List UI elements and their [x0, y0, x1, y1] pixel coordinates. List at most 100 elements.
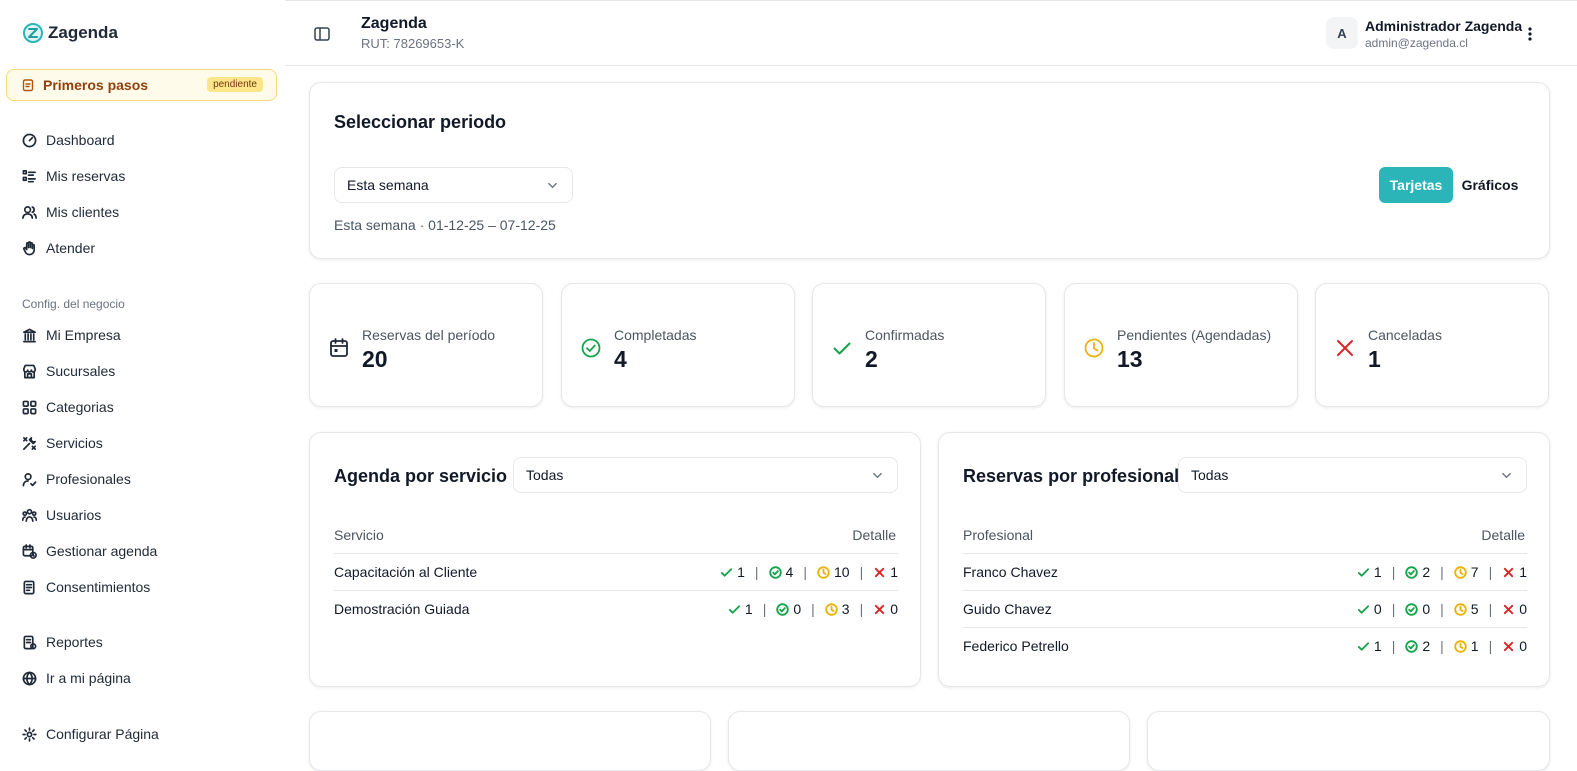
check-circle-icon: [1405, 639, 1419, 653]
service-name: Capacitación al Cliente: [334, 564, 478, 580]
stat-card-canceladas: Canceladas 1: [1315, 283, 1549, 407]
table-row: Franco Chavez 1 | 2 | 7 | 1: [963, 553, 1527, 590]
column-header-servicio: Servicio: [334, 527, 384, 543]
confirmed-count: 1: [1373, 564, 1382, 580]
sidebar-item-profesionales[interactable]: Profesionales: [22, 469, 131, 489]
stat-card-pendientes: Pendientes (Agendadas) 13: [1064, 283, 1298, 407]
globe-icon: [22, 671, 37, 685]
first-steps-label: Primeros pasos: [43, 77, 149, 93]
clock-icon: [1084, 338, 1104, 358]
calendar-icon: [330, 338, 348, 357]
row-detail: 0 | 0 | 5 | 0: [1357, 601, 1527, 617]
pro-filter-value: Todas: [1191, 467, 1229, 483]
bottom-card-3: [1147, 711, 1550, 771]
x-icon: [1504, 641, 1514, 651]
clock-icon: [1454, 639, 1467, 653]
check-circle-icon: [1405, 565, 1419, 579]
bottom-card-2: [728, 711, 1130, 771]
sidebar-item-ir-a-mi-pagina[interactable]: Ir a mi página: [22, 668, 131, 688]
row-detail: 1 | 4 | 10 | 1: [720, 564, 898, 580]
gauge-icon: [22, 133, 37, 147]
more-options-icon[interactable]: [1523, 25, 1537, 43]
period-select[interactable]: Esta semana: [334, 167, 573, 203]
store-icon: [23, 364, 36, 378]
sidebar-item-sucursales[interactable]: Sucursales: [22, 361, 115, 381]
completed-count: 0: [1422, 601, 1431, 617]
avatar[interactable]: A: [1326, 17, 1358, 49]
pro-filter-select[interactable]: Todas: [1178, 457, 1527, 493]
professional-name: Guido Chavez: [963, 601, 1052, 617]
completed-count: 0: [793, 601, 802, 617]
sidebar-item-usuarios[interactable]: Usuarios: [22, 505, 101, 525]
stat-label: Pendientes (Agendadas): [1117, 327, 1272, 343]
stat-label: Completadas: [614, 327, 697, 343]
sidebar-item-mi-empresa[interactable]: Mi Empresa: [22, 325, 121, 345]
sidebar-item-label: Dashboard: [46, 132, 115, 148]
tab-graficos[interactable]: Gráficos: [1453, 167, 1527, 203]
chevron-down-icon: [1502, 472, 1511, 479]
service-agenda-card: Agenda por servicio Todas Servicio Detal…: [309, 432, 921, 687]
x-icon: [875, 604, 885, 614]
tab-tarjetas[interactable]: Tarjetas: [1379, 167, 1453, 203]
app-logo[interactable]: Zagenda: [22, 22, 118, 44]
hand-icon: [23, 240, 36, 255]
service-filter-select[interactable]: Todas: [513, 457, 898, 493]
stat-card-reservas: Reservas del período 20: [309, 283, 543, 407]
sidebar-item-servicios[interactable]: Servicios: [22, 433, 103, 453]
confirmed-count: 1: [737, 564, 745, 580]
column-header-profesional: Profesional: [963, 527, 1034, 543]
sidebar-item-label: Ir a mi página: [46, 670, 131, 686]
pro-table-title: Reservas por profesional: [963, 466, 1180, 486]
report-icon: [23, 635, 37, 649]
pending-count: 7: [1470, 564, 1479, 580]
sidebar-item-mis-clientes[interactable]: Mis clientes: [22, 202, 119, 222]
sidebar-item-categorias[interactable]: Categorias: [22, 397, 114, 417]
table-row: Guido Chavez 0 | 0 | 5 | 0: [963, 590, 1527, 627]
first-steps-button[interactable]: Primeros pasos pendiente: [6, 69, 277, 101]
sidebar-item-label: Mi Empresa: [46, 327, 121, 343]
pending-count: 5: [1470, 601, 1479, 617]
sidebar-item-label: Usuarios: [46, 507, 102, 523]
period-card: Seleccionar periodo Esta semana Esta sem…: [309, 82, 1550, 259]
cancelled-count: 1: [890, 564, 898, 580]
sidebar-item-label: Mis clientes: [46, 204, 120, 220]
sidebar-toggle-icon[interactable]: [314, 26, 330, 42]
confirmed-count: 1: [744, 601, 753, 617]
x-icon: [1337, 340, 1353, 356]
professional-name: Franco Chavez: [963, 564, 1058, 580]
cancelled-count: 0: [1519, 601, 1527, 617]
sidebar-item-reportes[interactable]: Reportes: [22, 632, 103, 652]
chevron-down-icon: [873, 472, 882, 479]
check-icon: [1357, 567, 1369, 577]
sidebar: Zagenda Primeros pasos pendiente Dashboa…: [0, 0, 285, 756]
period-title: Seleccionar periodo: [334, 112, 507, 132]
sidebar-item-mis-reservas[interactable]: Mis reservas: [22, 166, 125, 186]
sidebar-item-gestionar-agenda[interactable]: Gestionar agenda: [22, 541, 157, 561]
cancelled-count: 0: [1519, 638, 1527, 654]
sidebar-item-label: Mis reservas: [46, 168, 126, 184]
view-toggle: Tarjetas Gráficos: [1379, 167, 1527, 203]
clock-icon: [1454, 602, 1467, 616]
sidebar-item-label: Consentimientos: [46, 579, 151, 595]
grid-icon: [22, 400, 37, 414]
sidebar-item-dashboard[interactable]: Dashboard: [22, 130, 115, 150]
pending-count: 10: [833, 564, 850, 580]
bottom-card-1: [309, 711, 711, 771]
sidebar-item-label: Reportes: [46, 634, 103, 650]
sidebar-item-label: Servicios: [46, 435, 103, 451]
clock-icon: [1454, 565, 1467, 579]
period-select-value: Esta semana: [347, 177, 429, 193]
chevron-down-icon: [548, 182, 557, 189]
sidebar-item-label: Sucursales: [46, 363, 116, 379]
document-icon: [23, 580, 35, 594]
sidebar-item-consentimientos[interactable]: Consentimientos: [22, 577, 150, 597]
sidebar-item-atender[interactable]: Atender: [22, 238, 95, 258]
x-icon: [1504, 567, 1514, 577]
sidebar-item-label: Atender: [46, 240, 96, 256]
check-icon: [728, 604, 740, 614]
zagenda-logo-icon: [23, 23, 43, 43]
sidebar-item-configurar-pagina[interactable]: Configurar Página: [22, 724, 159, 744]
confirmed-count: 1: [1373, 638, 1382, 654]
check-circle-icon: [776, 602, 790, 616]
stat-value: 2: [865, 346, 878, 372]
